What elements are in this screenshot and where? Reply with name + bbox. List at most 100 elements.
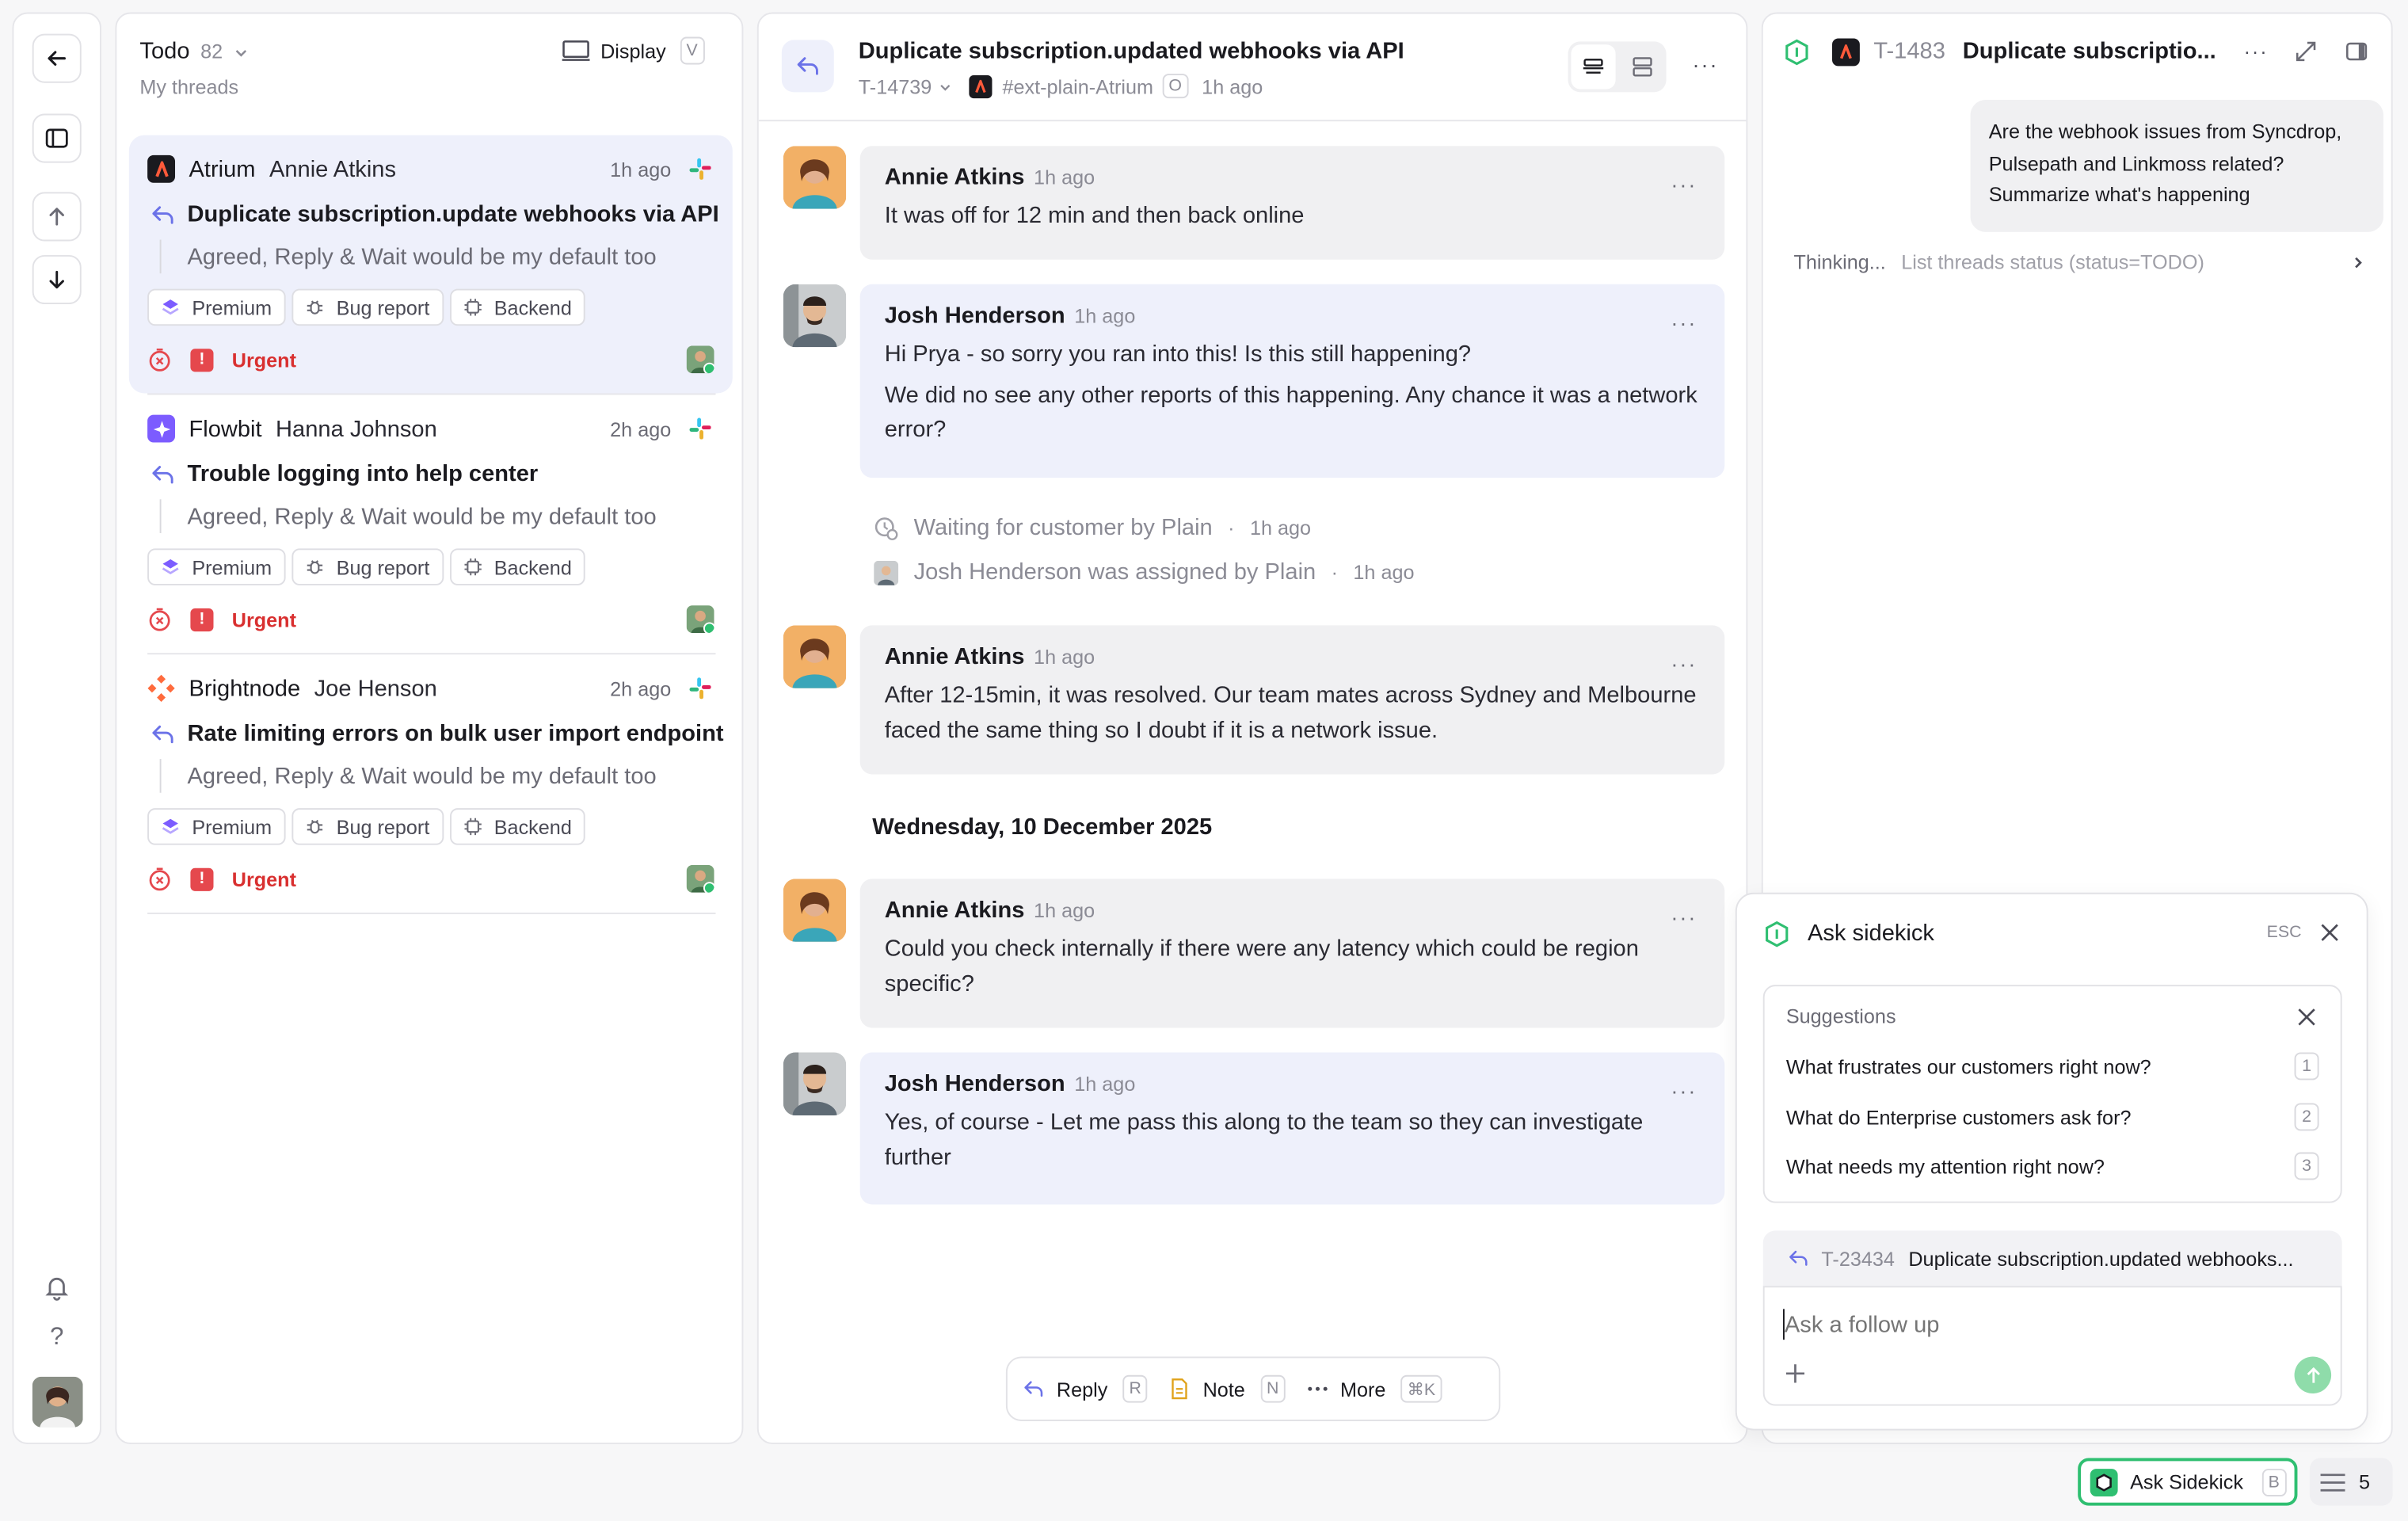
note-key: N xyxy=(1260,1374,1286,1403)
expanded-view-button[interactable] xyxy=(1620,44,1664,89)
sidekick-logo-icon xyxy=(2090,1468,2118,1496)
message-author[interactable]: Josh Henderson xyxy=(885,303,1065,329)
sla-timer-icon xyxy=(149,608,170,631)
suggestion-key: 2 xyxy=(2294,1103,2319,1131)
conversation-more-button[interactable]: ··· xyxy=(1693,52,1719,77)
author-avatar[interactable] xyxy=(783,879,847,942)
notifications-button[interactable] xyxy=(38,1269,75,1306)
suggestion-item[interactable]: What needs my attention right now? 3 xyxy=(1786,1149,2319,1184)
message-more-button[interactable]: ··· xyxy=(1671,172,1697,196)
thread-preview: Agreed, Reply & Wait would be my default… xyxy=(187,763,657,790)
suggestions-box: Suggestions What frustrates our customer… xyxy=(1762,985,2342,1203)
label-tag[interactable]: Bug report xyxy=(291,288,444,326)
user-question-bubble: Are the webhook issues from Syncdrop, Pu… xyxy=(1970,100,2384,232)
label-tag[interactable]: Premium xyxy=(147,288,286,326)
label-tag[interactable]: Bug report xyxy=(291,808,444,845)
context-thread-chip[interactable]: T-23434 Duplicate subscription.updated w… xyxy=(1762,1230,2342,1287)
priority-row[interactable]: ! Urgent xyxy=(147,867,296,891)
message-author[interactable]: Josh Henderson xyxy=(885,1071,1065,1097)
assignee-avatar[interactable] xyxy=(686,605,714,634)
list-header[interactable]: Todo 82 xyxy=(139,38,249,64)
author-avatar[interactable] xyxy=(783,146,847,209)
sidekick-more-button[interactable]: ··· xyxy=(2244,40,2269,63)
thinking-detail: List threads status (status=TODO) xyxy=(1901,250,2204,274)
assignee-avatar[interactable] xyxy=(686,345,714,374)
label-tag[interactable]: Backend xyxy=(449,288,586,326)
view-toggle[interactable] xyxy=(1568,41,1667,93)
author-avatar[interactable] xyxy=(783,1052,847,1116)
thread-time: 2h ago xyxy=(610,677,672,700)
suggestion-item[interactable]: What frustrates our customers right now?… xyxy=(1786,1050,2319,1084)
message-more-button[interactable]: ··· xyxy=(1671,1078,1697,1103)
ask-sidekick-title: Ask sidekick xyxy=(1807,920,1934,947)
menu-lines-icon xyxy=(2320,1473,2345,1491)
author-avatar[interactable] xyxy=(783,284,847,348)
thinking-row[interactable]: Thinking... List threads status (status=… xyxy=(1794,250,2365,273)
date-divider: Wednesday, 10 December 2025 xyxy=(872,814,1213,841)
toggle-sidebar-button[interactable] xyxy=(32,113,82,163)
plus-icon[interactable] xyxy=(1785,1364,1805,1383)
priority-row[interactable]: ! Urgent xyxy=(147,607,296,631)
author-avatar[interactable] xyxy=(783,625,847,688)
back-button[interactable] xyxy=(32,33,82,83)
sidebar-icon xyxy=(45,128,68,148)
priority-label: Urgent xyxy=(231,348,296,372)
label-tag[interactable]: Premium xyxy=(147,808,286,845)
reply-arrow-icon xyxy=(1024,1381,1043,1397)
more-actions-button[interactable]: More ⌘K xyxy=(1306,1374,1442,1403)
slack-icon xyxy=(689,677,711,700)
help-button[interactable]: ? xyxy=(38,1320,75,1357)
suggestion-text: What frustrates our customers right now? xyxy=(1785,1054,2151,1078)
label-tag[interactable]: Backend xyxy=(449,548,586,585)
ask-sidekick-button[interactable]: Ask Sidekick B xyxy=(2078,1458,2298,1506)
display-button[interactable]: Display V xyxy=(562,36,705,65)
follow-up-input[interactable] xyxy=(1782,1306,2293,1344)
assignee-avatar[interactable] xyxy=(686,864,714,893)
message-body: After 12-15min, it was resolved. Our tea… xyxy=(885,679,1701,748)
note-icon xyxy=(1172,1378,1188,1400)
message-author[interactable]: Annie Atkins xyxy=(885,644,1025,670)
next-thread-button[interactable] xyxy=(32,254,82,305)
queue-count: 5 xyxy=(2358,1470,2371,1494)
send-button[interactable] xyxy=(2294,1356,2332,1394)
message-more-button[interactable]: ··· xyxy=(1671,651,1697,676)
message-time: 1h ago xyxy=(1034,898,1095,922)
ticket-id[interactable]: T-14739 xyxy=(859,74,932,97)
message-time: 1h ago xyxy=(1074,1072,1136,1096)
expand-icon[interactable] xyxy=(2295,40,2318,63)
suggestions-title: Suggestions xyxy=(1785,1004,1896,1028)
queue-button[interactable]: 5 xyxy=(2309,1458,2393,1506)
arrow-down-icon xyxy=(49,270,64,289)
chip-icon xyxy=(463,558,482,576)
urgent-icon: ! xyxy=(190,867,214,890)
message-author[interactable]: Annie Atkins xyxy=(885,165,1025,191)
previous-thread-button[interactable] xyxy=(32,192,82,242)
label-tag[interactable]: Bug report xyxy=(291,548,444,585)
chip-icon xyxy=(463,818,482,836)
label-tag[interactable]: Backend xyxy=(449,808,586,845)
thread-list-panel: Todo 82 My threads Display V Atrium Annie… xyxy=(115,12,744,1445)
message-more-button[interactable]: ··· xyxy=(1671,311,1697,335)
channel-name[interactable]: #ext-plain-Atrium xyxy=(1002,74,1153,97)
message-author[interactable]: Annie Atkins xyxy=(885,898,1025,924)
priority-row[interactable]: ! Urgent xyxy=(147,347,296,372)
reply-status-button[interactable] xyxy=(781,40,834,93)
reply-button[interactable]: Reply R xyxy=(1023,1374,1148,1403)
thread-card[interactable]: Brightnode Joe Henson 2h ago Rate limiting … xyxy=(129,654,733,913)
note-button[interactable]: Note N xyxy=(1169,1374,1286,1403)
close-icon[interactable] xyxy=(2321,924,2339,942)
user-avatar[interactable] xyxy=(32,1376,83,1428)
message-body: Yes, of course - Let me pass this along … xyxy=(885,1106,1701,1175)
thread-card[interactable]: Atrium Annie Atkins 1h ago Duplicate subscr… xyxy=(128,135,733,394)
thread-customer: Hanna Johnson xyxy=(276,415,437,442)
message-text: After 12-15min, it was resolved. Our tea… xyxy=(884,682,1697,743)
panel-toggle-icon[interactable] xyxy=(2345,40,2368,63)
compact-view-button[interactable] xyxy=(1571,44,1616,90)
label-tag[interactable]: Premium xyxy=(147,548,286,585)
message-time: 1h ago xyxy=(1034,645,1095,669)
message-header: Annie Atkins 1h ago xyxy=(885,644,1701,670)
message-more-button[interactable]: ··· xyxy=(1671,905,1697,929)
thread-card[interactable]: Flowbit Hanna Johnson 2h ago Trouble loggin… xyxy=(129,395,733,653)
suggestion-item[interactable]: What do Enterprise customers ask for? 2 xyxy=(1786,1100,2319,1134)
close-suggestions-icon[interactable] xyxy=(2297,1008,2315,1026)
